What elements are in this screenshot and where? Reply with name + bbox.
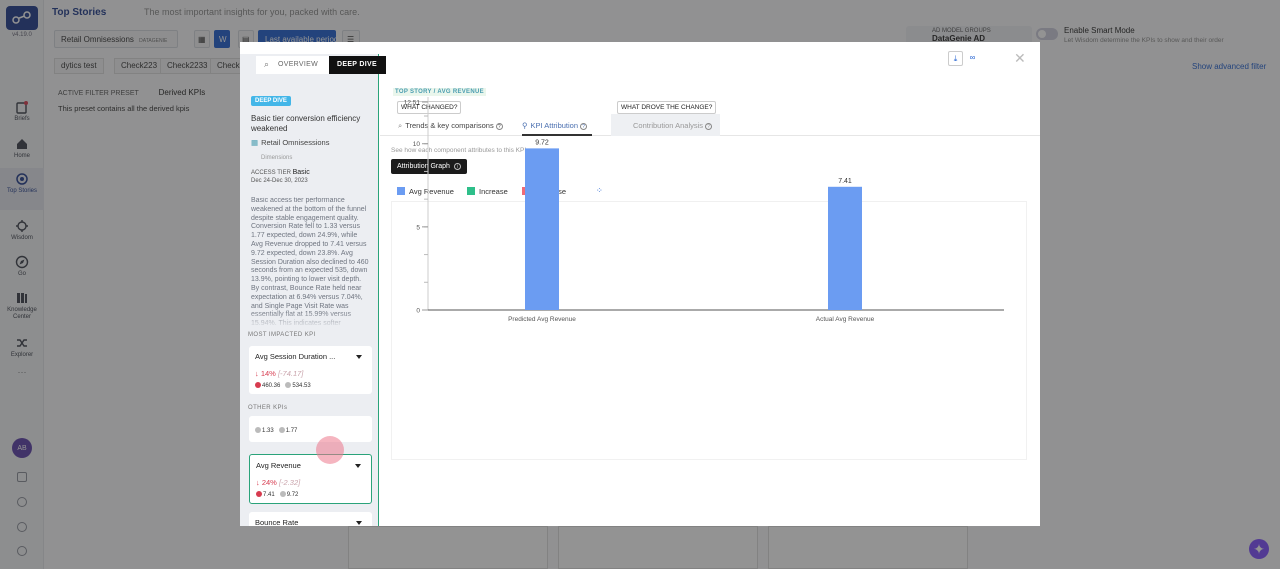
- actual-dot-icon: [256, 491, 262, 497]
- kpi-card-bounce-rate[interactable]: Bounce Rate: [249, 512, 372, 526]
- story-title: Basic tier conversion efficiency weakene…: [251, 114, 361, 133]
- bar: [828, 186, 862, 310]
- link-icon[interactable]: ∞: [965, 51, 980, 66]
- other-kpis-label: OTHER KPIs: [248, 405, 288, 411]
- table-icon: ▦: [251, 138, 259, 147]
- kpi-actual: 460.36: [262, 383, 281, 389]
- app: v4.19.0 Briefs Home Top Stories Wisdom G…: [0, 0, 1280, 569]
- expected-dot-icon: [255, 427, 261, 433]
- kpi-values: 7.41 9.72: [256, 491, 298, 498]
- kpi-card-avg-revenue[interactable]: Avg Revenue ↓ 24% [-2.32] 7.41 9.72: [249, 454, 372, 504]
- bar: [525, 148, 559, 310]
- story-source-label: Retail Omnisessions: [261, 138, 330, 147]
- chevron-down-icon[interactable]: [355, 464, 361, 468]
- close-icon[interactable]: ✕: [1014, 50, 1026, 67]
- kpi-name: Bounce Rate: [255, 518, 299, 526]
- kpi-expected: 1.77: [285, 428, 298, 434]
- expected-dot-icon: [285, 382, 292, 388]
- chevron-down-icon[interactable]: [356, 521, 362, 525]
- tab-overview-label: OVERVIEW: [278, 61, 319, 68]
- attribution-chart: 0 5 10 12.51 9.72 Predicted Avg Revenue 7.41 Ac…: [391, 97, 1027, 460]
- kpi-delta: [-2.32]: [278, 478, 301, 487]
- download-icon[interactable]: ⤓: [948, 51, 963, 66]
- x-tick-label: Predicted Avg Revenue: [508, 316, 576, 323]
- bar-data-label: 7.41: [838, 178, 852, 185]
- kpi-expected: 9.72: [286, 492, 299, 498]
- y-tick-label: 12.51: [404, 100, 421, 107]
- expected-dot-icon: [278, 427, 285, 433]
- kpi-values: 460.36 534.53: [255, 382, 311, 389]
- kpi-name: Avg Revenue: [256, 461, 301, 470]
- kpi-change-pct: 14%: [260, 369, 276, 378]
- kpi-actual: 7.41: [263, 492, 275, 498]
- kpi-change: ↓ 24% [-2.32]: [256, 478, 301, 487]
- kpi-card-conversion[interactable]: 1.33 1.77: [249, 416, 372, 442]
- expected-dot-icon: [279, 491, 286, 497]
- tab-deep-dive[interactable]: DEEP DIVE: [329, 56, 386, 74]
- analysis-pane: TOP STORY / AVG REVENUE WHAT CHANGED? WH…: [380, 42, 1040, 526]
- kpi-values: 1.33 1.77: [255, 427, 297, 434]
- kpi-card-session-duration[interactable]: Avg Session Duration ... ↓ 14% [-74.17] …: [249, 346, 372, 394]
- y-tick-label: 0: [416, 308, 420, 315]
- kpi-change: ↓ 14% [-74.17]: [255, 369, 304, 378]
- access-label: ACCESS TIER: [251, 170, 291, 176]
- y-tick-label: 10: [413, 141, 421, 148]
- access-tier: ACCESS TIER Basic: [251, 169, 310, 176]
- kpi-name: Avg Session Duration ...: [255, 352, 336, 361]
- story-dates: Dec 24-Dec 30, 2023: [251, 178, 308, 184]
- y-tick-label: 5: [416, 224, 420, 231]
- access-value: Basic: [292, 169, 310, 176]
- story-panel: DEEP DIVE Basic tier conversion efficien…: [240, 54, 379, 526]
- actual-dot-icon: [255, 382, 261, 388]
- tab-overview[interactable]: ⌕ OVERVIEW: [256, 56, 334, 74]
- kpi-delta: [-74.17]: [277, 369, 304, 378]
- story-body: Basic access tier performance weakened a…: [251, 197, 369, 329]
- story-source: ▦ Retail Omnisessions: [251, 138, 329, 147]
- x-tick-label: Actual Avg Revenue: [816, 316, 875, 323]
- deep-dive-modal: DEEP DIVE Basic tier conversion efficien…: [240, 42, 1040, 526]
- modal-tabs: ⌕ OVERVIEW DEEP DIVE: [240, 56, 386, 74]
- dimensions-label: Dimensions: [261, 155, 293, 161]
- search-icon: ⌕: [264, 59, 270, 69]
- kpi-change-pct: 24%: [261, 478, 277, 487]
- bar-data-label: 9.72: [535, 139, 549, 146]
- chart-svg: 0 5 10 12.51 9.72 Predicted Avg Revenue 7.41 Ac…: [404, 97, 1004, 323]
- most-impacted-label: MOST IMPACTED KPI: [248, 332, 316, 338]
- chevron-down-icon[interactable]: [356, 355, 362, 359]
- kpi-actual: 1.33: [262, 428, 274, 434]
- kpi-expected: 534.53: [292, 383, 311, 389]
- click-indicator: [316, 436, 344, 464]
- deep-dive-badge: DEEP DIVE: [251, 96, 291, 106]
